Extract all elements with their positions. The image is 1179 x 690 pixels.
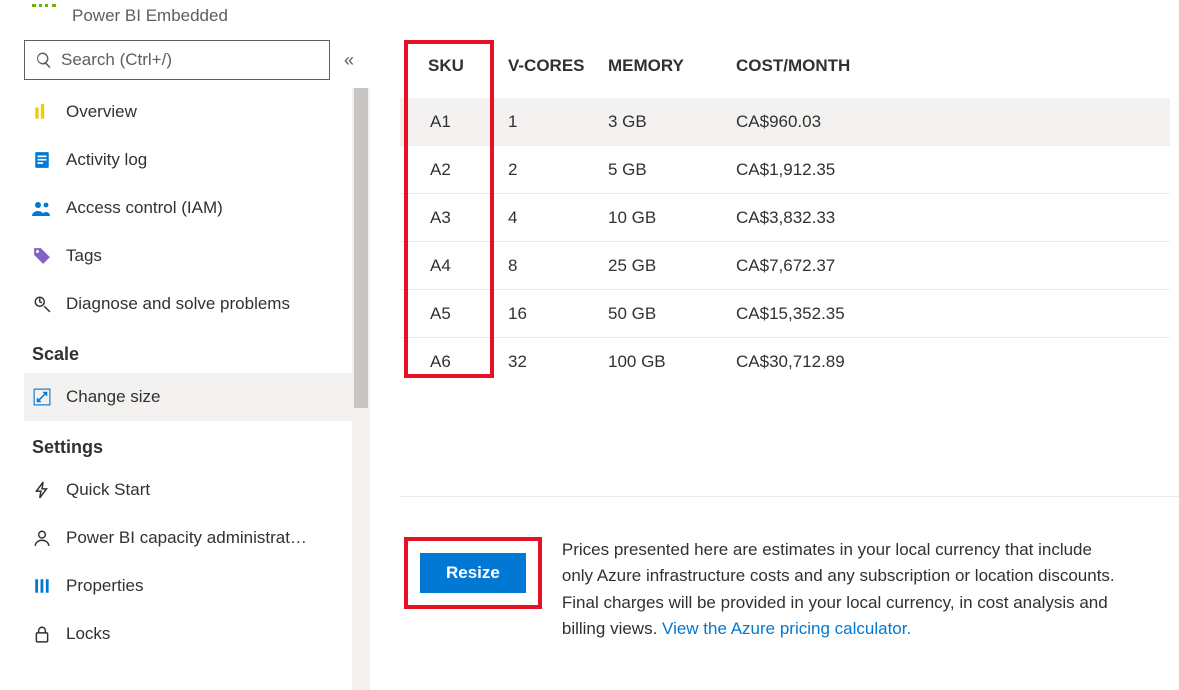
- resource-status-icon: [32, 4, 56, 10]
- table-row[interactable]: A632100 GBCA$30,712.89: [400, 338, 1170, 386]
- cell-sku: A6: [400, 352, 508, 372]
- cell-memory: 3 GB: [608, 112, 736, 132]
- cell-memory: 5 GB: [608, 160, 736, 180]
- cell-cost: CA$3,832.33: [736, 208, 1170, 228]
- diagnose-icon: [32, 294, 52, 314]
- sidebar-item-admin[interactable]: Power BI capacity administrat…: [24, 514, 352, 562]
- col-header-cost: COST/MONTH: [736, 56, 1170, 76]
- cell-cost: CA$15,352.35: [736, 304, 1170, 324]
- tags-icon: [32, 246, 52, 266]
- search-input[interactable]: [25, 41, 329, 79]
- col-header-vcores: V-CORES: [508, 56, 608, 76]
- cell-sku: A2: [400, 160, 508, 180]
- cell-memory: 10 GB: [608, 208, 736, 228]
- sidebar-item-label: Locks: [66, 624, 110, 644]
- table-row[interactable]: A4825 GBCA$7,672.37: [400, 242, 1170, 290]
- sidebar-item-change-size[interactable]: Change size: [24, 373, 352, 421]
- cell-vcores: 1: [508, 112, 608, 132]
- cell-memory: 100 GB: [608, 352, 736, 372]
- sidebar-item-access[interactable]: Access control (IAM): [24, 184, 352, 232]
- overview-icon: [32, 102, 52, 122]
- cell-vcores: 16: [508, 304, 608, 324]
- activity-icon: [32, 150, 52, 170]
- cell-vcores: 4: [508, 208, 608, 228]
- col-header-memory: MEMORY: [608, 56, 736, 76]
- col-header-sku: SKU: [400, 56, 508, 76]
- sidebar-item-properties[interactable]: Properties: [24, 562, 352, 610]
- sidebar-item-label: Properties: [66, 576, 143, 596]
- sidebar-item-label: Change size: [66, 387, 161, 407]
- sidebar-item-locks[interactable]: Locks: [24, 610, 352, 658]
- resize-button[interactable]: Resize: [420, 553, 526, 593]
- sidebar-item-label: Power BI capacity administrat…: [66, 528, 307, 548]
- resource-header: Power BI Embedded: [24, 6, 370, 26]
- table-row[interactable]: A51650 GBCA$15,352.35: [400, 290, 1170, 338]
- sidebar-item-label: Tags: [66, 246, 102, 266]
- access-icon: [32, 198, 52, 218]
- sidebar-item-label: Diagnose and solve problems: [66, 294, 290, 314]
- cell-sku: A3: [400, 208, 508, 228]
- sidebar-item-label: Quick Start: [66, 480, 150, 500]
- sidebar-item-diagnose[interactable]: Diagnose and solve problems: [24, 280, 352, 328]
- cell-vcores: 32: [508, 352, 608, 372]
- pricing-calculator-link[interactable]: View the Azure pricing calculator.: [662, 619, 911, 638]
- pricing-disclaimer: Prices presented here are estimates in y…: [562, 537, 1122, 642]
- table-row[interactable]: A3410 GBCA$3,832.33: [400, 194, 1170, 242]
- quick-start-icon: [32, 480, 52, 500]
- sidebar-item-label: Access control (IAM): [66, 198, 223, 218]
- sidebar-item-overview[interactable]: Overview: [24, 88, 352, 136]
- sidebar-item-tags[interactable]: Tags: [24, 232, 352, 280]
- cell-cost: CA$30,712.89: [736, 352, 1170, 372]
- cell-vcores: 8: [508, 256, 608, 276]
- sidebar-item-activity[interactable]: Activity log: [24, 136, 352, 184]
- table-header: SKU V-CORES MEMORY COST/MONTH: [400, 40, 1170, 98]
- cell-sku: A4: [400, 256, 508, 276]
- cell-memory: 50 GB: [608, 304, 736, 324]
- scale-section-label: Scale: [24, 328, 352, 373]
- cell-sku: A1: [400, 112, 508, 132]
- cell-memory: 25 GB: [608, 256, 736, 276]
- cell-cost: CA$960.03: [736, 112, 1170, 132]
- search-box[interactable]: [24, 40, 330, 80]
- sidebar-item-label: Activity log: [66, 150, 147, 170]
- cell-vcores: 2: [508, 160, 608, 180]
- admin-icon: [32, 528, 52, 548]
- search-icon: [35, 51, 53, 69]
- scrollbar-track[interactable]: [352, 88, 370, 690]
- resource-name: Power BI Embedded: [72, 6, 228, 26]
- cell-sku: A5: [400, 304, 508, 324]
- cell-cost: CA$1,912.35: [736, 160, 1170, 180]
- table-row[interactable]: A225 GBCA$1,912.35: [400, 146, 1170, 194]
- locks-icon: [32, 624, 52, 644]
- sidebar-item-quick-start[interactable]: Quick Start: [24, 466, 352, 514]
- settings-section-label: Settings: [24, 421, 352, 466]
- sidebar-item-label: Overview: [66, 102, 137, 122]
- change-size-icon: [32, 387, 52, 407]
- highlight-resize-button: Resize: [404, 537, 542, 609]
- properties-icon: [32, 576, 52, 596]
- cell-cost: CA$7,672.37: [736, 256, 1170, 276]
- scrollbar-thumb[interactable]: [354, 88, 368, 408]
- table-row[interactable]: A113 GBCA$960.03: [400, 98, 1170, 146]
- collapse-sidebar-icon[interactable]: «: [344, 50, 354, 71]
